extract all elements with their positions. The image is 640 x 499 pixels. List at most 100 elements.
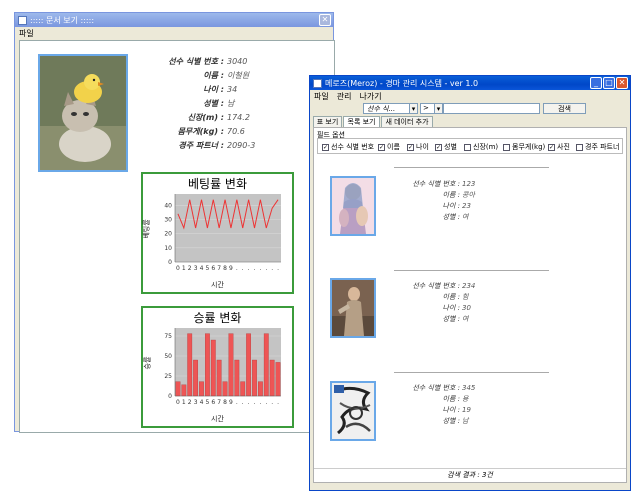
info-value: 174.2 xyxy=(227,113,250,122)
record-value: 234 xyxy=(462,282,476,290)
info-label: 경주 파트너 : xyxy=(178,141,224,150)
bar xyxy=(222,381,228,397)
x-tick-label: . xyxy=(254,399,256,406)
record-label: 성별 : xyxy=(442,213,460,221)
tab-list-view[interactable]: 목록 보기 xyxy=(343,116,380,127)
checkbox-player-id[interactable]: ✓ 선수 식별 번호 xyxy=(322,142,374,152)
minimize-icon[interactable]: _ xyxy=(590,77,602,89)
record-row: 나이 :30 xyxy=(394,303,471,313)
info-row-weight: 몸무게(kg) :70.6 xyxy=(128,126,245,137)
x-tick-label: 5 xyxy=(205,265,209,272)
record-value: 345 xyxy=(462,384,476,392)
checkbox-gender[interactable]: ✓ 성별 xyxy=(435,142,457,152)
document-view-window: ::::: 문서 보기 ::::: ✕ 파일 선수 식별 번호: 3040 이… xyxy=(14,12,335,433)
info-value: 3040 xyxy=(227,57,248,66)
bar xyxy=(216,359,222,397)
checkbox-height[interactable]: 신장(m) xyxy=(464,142,498,152)
menu-file[interactable]: 파일 xyxy=(314,91,329,102)
checkbox-label: 선수 식별 번호 xyxy=(331,143,375,151)
info-row-height: 신장(m) :174.2 xyxy=(128,112,250,123)
y-tick-label: 0 xyxy=(168,259,172,266)
chevron-down-icon[interactable]: ▾ xyxy=(434,103,443,114)
record-separator xyxy=(394,270,549,271)
tab-add-data[interactable]: 새 데이터 추가 xyxy=(381,116,433,127)
record-row: 선수 식별 번호 :345 xyxy=(394,383,475,393)
checkbox-label: 나이 xyxy=(416,143,429,151)
maximize-icon[interactable]: □ xyxy=(603,77,615,89)
x-tick-label: 5 xyxy=(205,399,209,406)
document-view-titlebar[interactable]: ::::: 문서 보기 ::::: ✕ xyxy=(15,13,333,27)
line-chart-plot: 0102030400 1 2 3 4 5 6 7 8 9........ xyxy=(164,194,281,272)
bar xyxy=(269,359,275,397)
info-label: 나이 : xyxy=(203,85,224,94)
x-tick-label: 6 xyxy=(211,399,215,406)
x-tick-label: 4 xyxy=(200,399,204,406)
x-tick-label: 2 xyxy=(188,265,192,272)
menu-manage[interactable]: 관리 xyxy=(337,91,352,102)
checkbox-age[interactable]: ✓ 나이 xyxy=(407,142,429,152)
close-icon[interactable]: ✕ xyxy=(616,77,628,89)
x-tick-label: . xyxy=(277,399,279,406)
record-row: 나이 :23 xyxy=(394,201,471,211)
x-tick-label: 2 xyxy=(188,399,192,406)
x-tick-label: 1 xyxy=(182,399,186,406)
bar xyxy=(175,381,181,397)
search-operator-value: > xyxy=(423,104,429,112)
y-tick-label: 40 xyxy=(164,202,172,209)
record-value: 남 xyxy=(462,417,469,425)
checkbox-race-partner[interactable]: 경주 파트너 xyxy=(576,142,619,152)
menu-file[interactable]: 파일 xyxy=(19,28,34,39)
info-row-id: 선수 식별 번호 :3040 xyxy=(128,56,247,67)
bar xyxy=(205,333,210,397)
player-photo xyxy=(38,54,128,172)
search-input[interactable] xyxy=(443,103,540,114)
record-row: 이름 : 콩아 xyxy=(394,190,475,200)
record-value: 여 xyxy=(462,213,469,221)
chevron-down-icon[interactable]: ▾ xyxy=(409,103,418,114)
checkbox-box xyxy=(576,143,583,151)
checkbox-box: ✓ xyxy=(435,143,442,151)
record-value: 힘 xyxy=(462,293,469,301)
x-tick-label: . xyxy=(236,399,238,406)
info-label: 이름 : xyxy=(203,71,224,80)
x-tick-label: 0 xyxy=(176,399,180,406)
x-tick-label: . xyxy=(271,399,273,406)
checkbox-box: ✓ xyxy=(322,143,329,151)
search-field-select[interactable]: 선수 식... xyxy=(363,103,410,114)
record-label: 이름 : xyxy=(442,191,460,199)
checkbox-photo[interactable]: ✓ 사진 xyxy=(548,142,570,152)
tab-table-view[interactable]: 표 보기 xyxy=(313,116,342,127)
bar xyxy=(258,381,263,397)
bar xyxy=(187,333,193,397)
x-tick-label: 9 xyxy=(229,399,233,406)
x-tick-label: 7 xyxy=(217,265,221,272)
bar xyxy=(275,362,281,397)
info-row-age: 나이 :34 xyxy=(128,84,237,95)
x-tick-label: 6 xyxy=(211,265,215,272)
bar xyxy=(246,333,251,397)
x-tick-label: . xyxy=(265,265,267,272)
x-tick-label: 3 xyxy=(194,399,198,406)
checkbox-label: 성별 xyxy=(444,143,457,151)
bar xyxy=(263,333,269,397)
record-label: 선수 식별 번호 : xyxy=(412,180,460,188)
bar xyxy=(228,333,234,397)
checkbox-box: ✓ xyxy=(548,143,555,151)
x-tick-label: . xyxy=(242,399,244,406)
search-button[interactable]: 검색 xyxy=(543,103,586,114)
x-tick-label: . xyxy=(277,265,279,272)
info-row-gender: 성별 :남 xyxy=(128,98,234,109)
x-tick-label: 0 xyxy=(176,265,180,272)
y-tick-label: 25 xyxy=(164,373,172,380)
menu-exit[interactable]: 나가기 xyxy=(359,91,381,102)
record-row: 이름 :용 xyxy=(394,394,469,404)
info-value: 이철원 xyxy=(227,71,250,80)
checkbox-name[interactable]: ✓ 이름 xyxy=(378,142,400,152)
x-tick-label: 7 xyxy=(217,399,221,406)
info-label: 성별 : xyxy=(203,99,224,108)
main-titlebar[interactable]: 메로즈(Meroz) - 경마 관리 시스템 - ver 1.0 _ □ ✕ xyxy=(310,76,630,90)
close-icon[interactable]: ✕ xyxy=(319,14,331,26)
x-tick-label: 9 xyxy=(229,265,233,272)
checkbox-weight[interactable]: 몸무게(kg) xyxy=(503,142,545,152)
record-value: 여 xyxy=(462,315,469,323)
